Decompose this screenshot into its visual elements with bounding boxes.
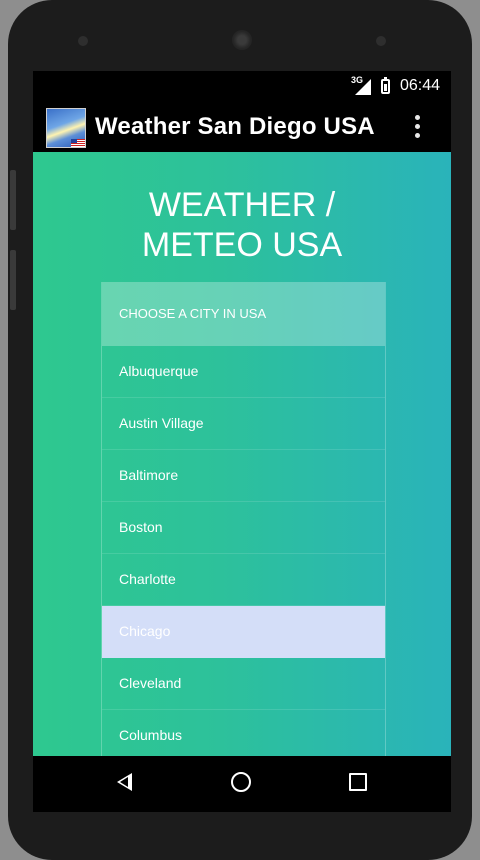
city-item-baltimore[interactable]: Baltimore: [102, 450, 385, 502]
city-list: CHOOSE A CITY IN USA Albuquerque Austin …: [101, 282, 386, 756]
power-button: [10, 250, 16, 310]
city-item-boston[interactable]: Boston: [102, 502, 385, 554]
weather-app-icon[interactable]: [46, 108, 86, 148]
clock: 06:44: [400, 77, 441, 94]
speaker-grille: [78, 36, 88, 46]
city-item-cleveland[interactable]: Cleveland: [102, 658, 385, 710]
front-camera: [232, 30, 252, 50]
usa-flag-icon: [71, 139, 85, 147]
city-item-charlotte[interactable]: Charlotte: [102, 554, 385, 606]
page-title: WEATHER / METEO USA: [33, 185, 451, 265]
city-item-columbus[interactable]: Columbus: [102, 710, 385, 756]
more-vert-icon[interactable]: [413, 115, 421, 141]
main-content: WEATHER / METEO USA CHOOSE A CITY IN USA…: [33, 152, 451, 756]
city-item-albuquerque[interactable]: Albuquerque: [102, 346, 385, 398]
city-item-chicago[interactable]: Chicago: [102, 606, 385, 658]
recents-icon[interactable]: [349, 773, 367, 791]
back-icon[interactable]: [117, 773, 132, 791]
status-bar: 3G 06:44: [33, 71, 451, 101]
screen: 3G 06:44 Weather San Diego USA WEATHER /…: [33, 71, 451, 812]
page-title-line2: METEO USA: [141, 226, 343, 264]
city-item-austin-village[interactable]: Austin Village: [102, 398, 385, 450]
page-title-line1: WEATHER /: [148, 186, 336, 224]
volume-button: [10, 170, 16, 230]
action-bar: Weather San Diego USA: [33, 101, 451, 152]
city-list-header: CHOOSE A CITY IN USA: [102, 282, 385, 346]
phone-frame: 3G 06:44 Weather San Diego USA WEATHER /…: [8, 0, 472, 860]
battery-icon: [381, 77, 390, 94]
navigation-bar: [33, 756, 451, 812]
home-icon[interactable]: [231, 772, 251, 792]
signal-icon: [355, 79, 371, 95]
sensor: [376, 36, 386, 46]
app-title: Weather San Diego USA: [95, 113, 375, 140]
